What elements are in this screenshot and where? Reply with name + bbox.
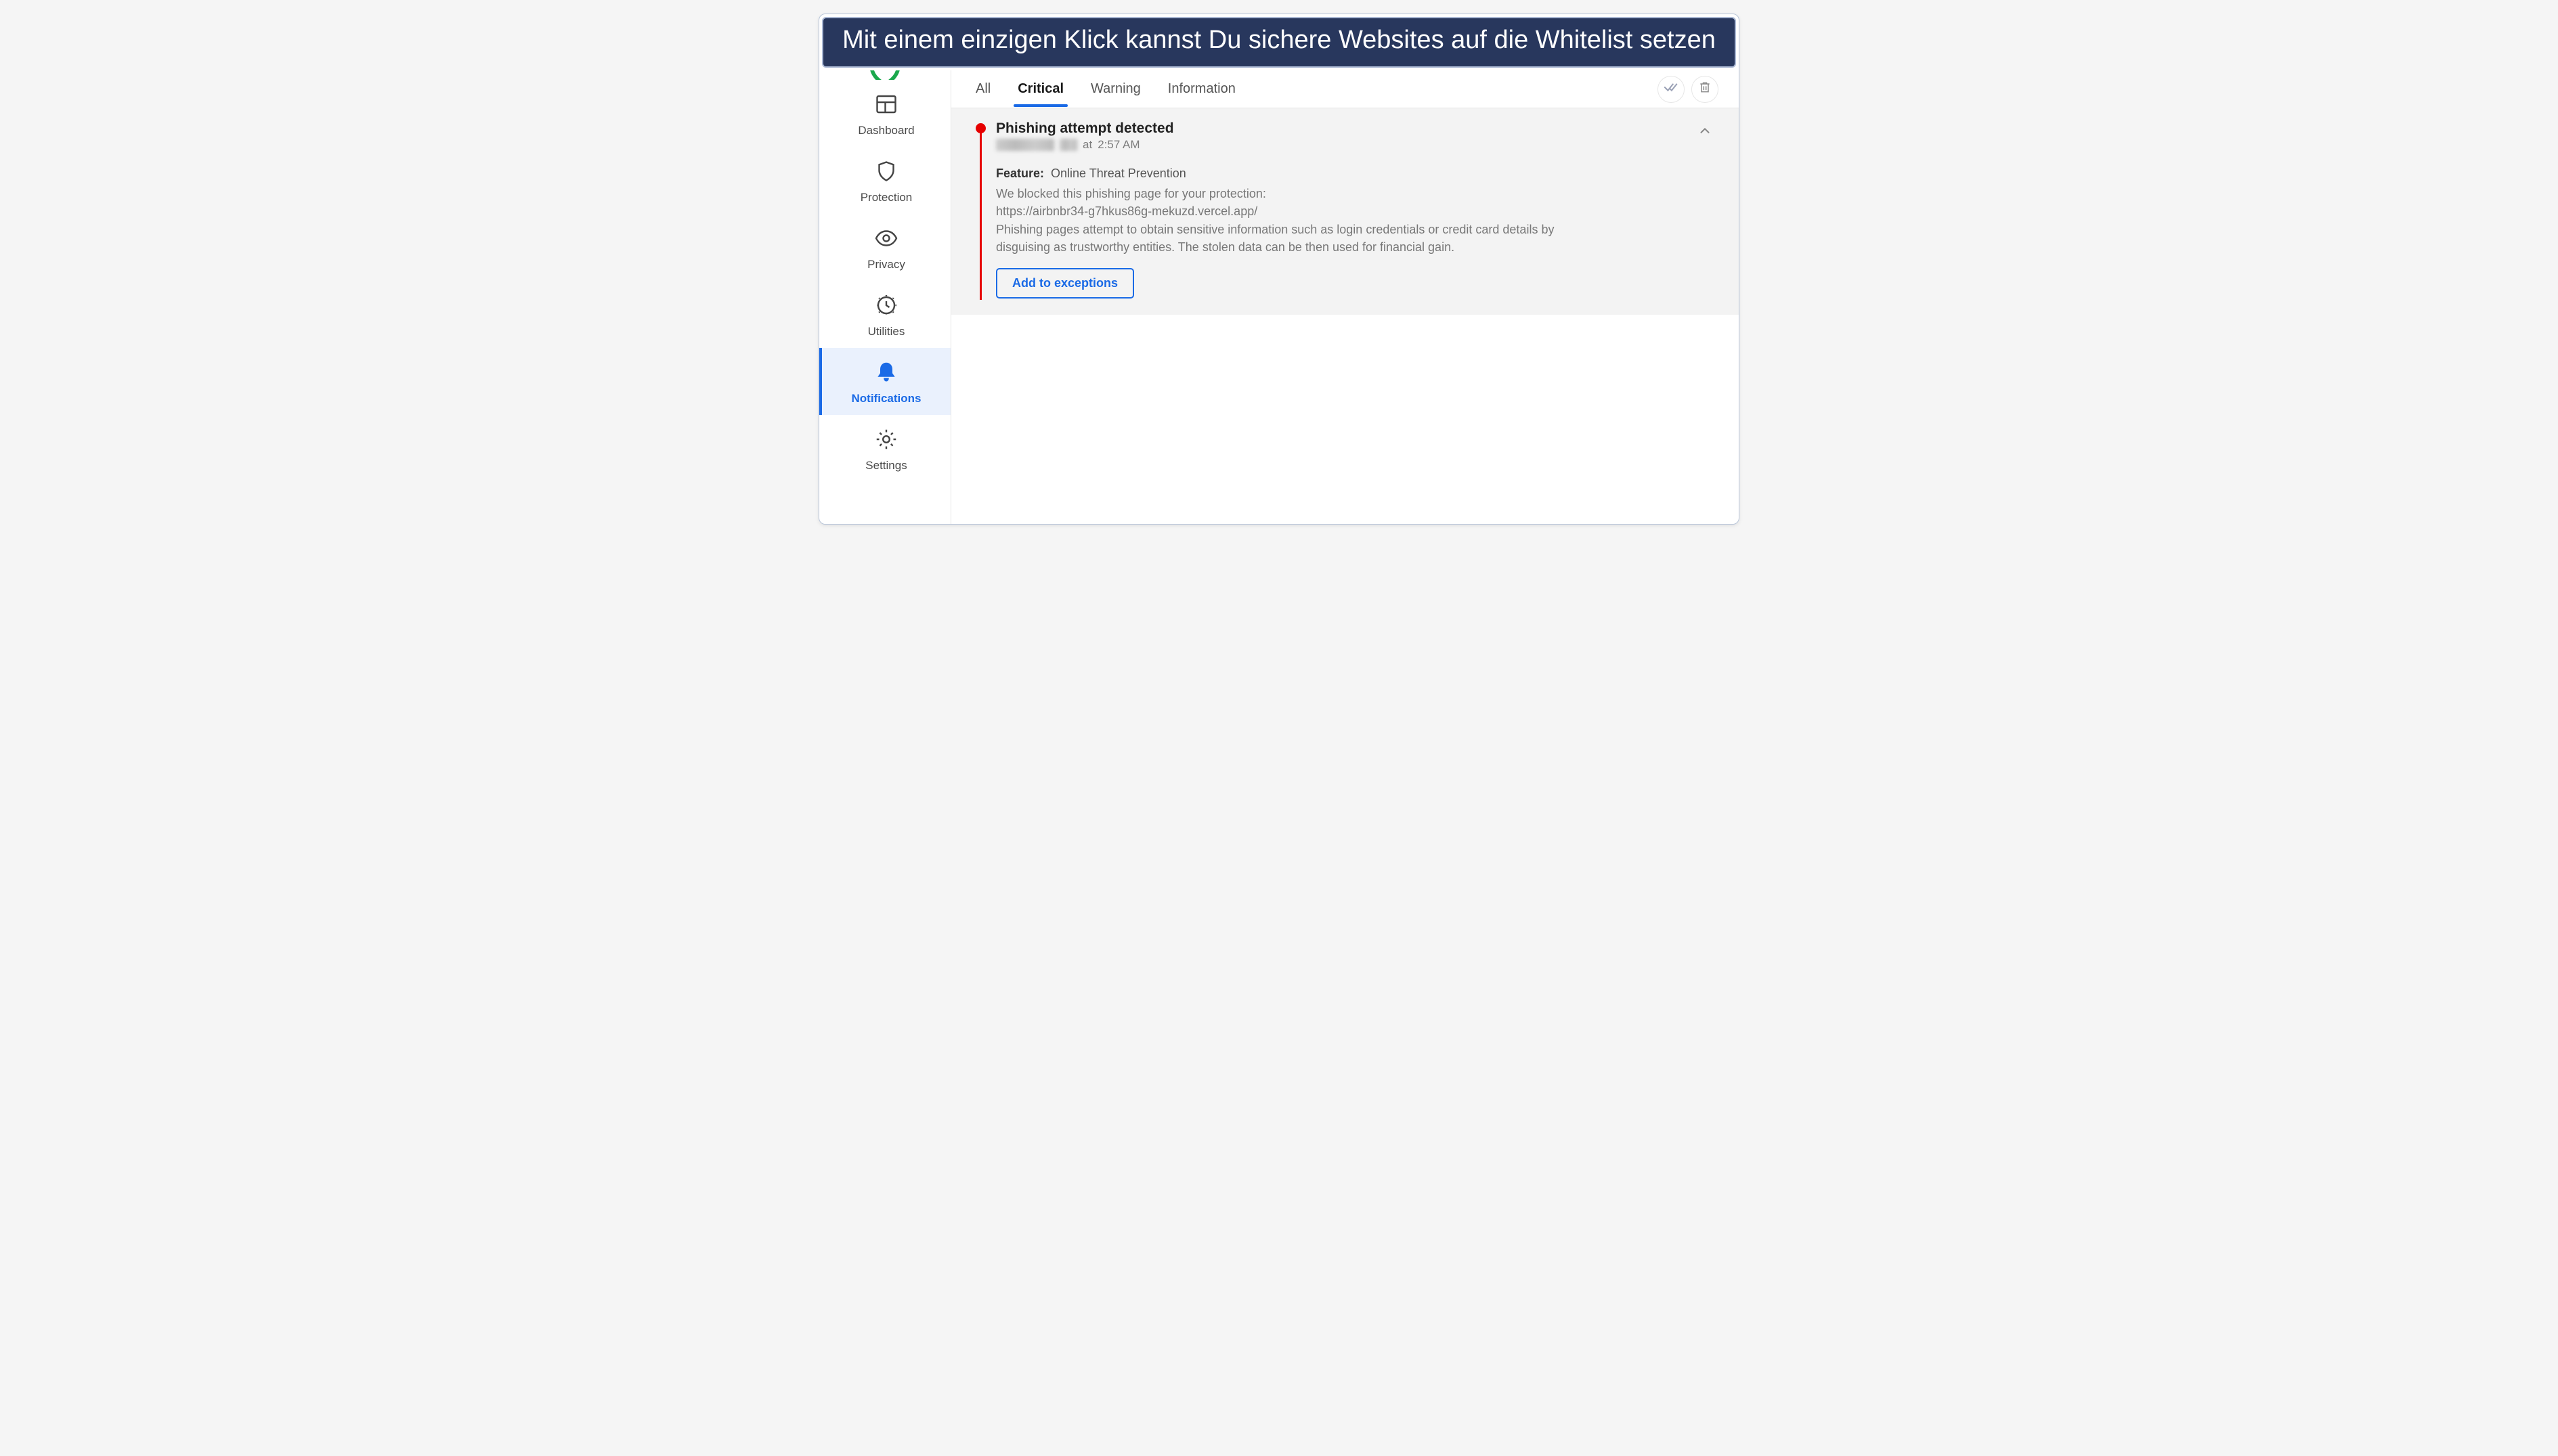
- severity-dot-icon: [976, 123, 986, 133]
- collapse-toggle[interactable]: [1691, 120, 1718, 298]
- sidebar-item-label: Utilities: [868, 325, 905, 338]
- eye-icon: [874, 226, 898, 258]
- app-body: Dashboard Protection Privacy: [819, 70, 1739, 524]
- app-window: Mit einem einzigen Klick kannst Du siche…: [819, 14, 1739, 525]
- tab-information[interactable]: Information: [1164, 77, 1240, 106]
- tab-critical[interactable]: Critical: [1014, 77, 1068, 106]
- notification-title: Phishing attempt detected: [996, 120, 1691, 137]
- promo-banner: Mit einem einzigen Klick kannst Du siche…: [822, 17, 1736, 68]
- time-value: 2:57 AM: [1098, 138, 1140, 152]
- notification-list: Phishing attempt detected at 2:57 AM Fea…: [951, 108, 1739, 314]
- sidebar-item-settings[interactable]: Settings: [819, 415, 951, 482]
- sidebar: Dashboard Protection Privacy: [819, 70, 951, 524]
- add-to-exceptions-button[interactable]: Add to exceptions: [996, 268, 1134, 299]
- gear-icon: [874, 427, 898, 459]
- main-panel: All Critical Warning Information: [951, 70, 1739, 524]
- clock-gear-icon: [874, 293, 898, 325]
- redacted-date: [996, 139, 1054, 151]
- promo-banner-text: Mit einem einzigen Klick kannst Du siche…: [837, 24, 1721, 57]
- severity-timeline: [980, 126, 982, 299]
- redacted-date: [1060, 139, 1077, 151]
- desc-intro: We blocked this phishing page for your p…: [996, 187, 1266, 200]
- sidebar-item-utilities[interactable]: Utilities: [819, 281, 951, 348]
- dashboard-icon: [874, 92, 898, 124]
- delete-all-button[interactable]: [1691, 76, 1718, 103]
- sidebar-item-protection[interactable]: Protection: [819, 147, 951, 214]
- logo-shield-icon: [819, 70, 951, 80]
- bell-icon: [874, 360, 898, 392]
- trash-icon: [1698, 81, 1712, 97]
- sidebar-item-label: Protection: [861, 191, 913, 204]
- tab-warning[interactable]: Warning: [1087, 77, 1145, 106]
- notification-description: We blocked this phishing page for your p…: [996, 185, 1592, 255]
- tab-bar: All Critical Warning Information: [951, 70, 1739, 108]
- desc-url: https://airbnbr34-g7hkus86g-mekuzd.verce…: [996, 204, 1257, 218]
- sidebar-item-label: Privacy: [867, 258, 905, 271]
- sidebar-item-label: Settings: [865, 459, 907, 472]
- sidebar-item-dashboard[interactable]: Dashboard: [819, 80, 951, 147]
- mark-all-read-button[interactable]: [1657, 76, 1685, 103]
- chevron-up-icon: [1697, 123, 1712, 298]
- sidebar-item-label: Notifications: [852, 392, 922, 405]
- sidebar-item-privacy[interactable]: Privacy: [819, 214, 951, 281]
- notification-timestamp: at 2:57 AM: [996, 138, 1691, 152]
- double-check-icon: [1664, 80, 1678, 98]
- desc-body: Phishing pages attempt to obtain sensiti…: [996, 223, 1554, 254]
- notification-card: Phishing attempt detected at 2:57 AM Fea…: [951, 108, 1739, 314]
- feature-value: Online Threat Prevention: [1051, 167, 1186, 180]
- sidebar-item-label: Dashboard: [858, 124, 914, 137]
- sidebar-item-notifications[interactable]: Notifications: [819, 348, 951, 415]
- notification-feature: Feature: Online Threat Prevention: [996, 167, 1691, 181]
- tab-all[interactable]: All: [972, 77, 995, 106]
- notification-content: Phishing attempt detected at 2:57 AM Fea…: [996, 120, 1691, 298]
- shield-icon: [874, 159, 898, 191]
- time-prefix: at: [1083, 138, 1092, 152]
- feature-label: Feature:: [996, 167, 1044, 180]
